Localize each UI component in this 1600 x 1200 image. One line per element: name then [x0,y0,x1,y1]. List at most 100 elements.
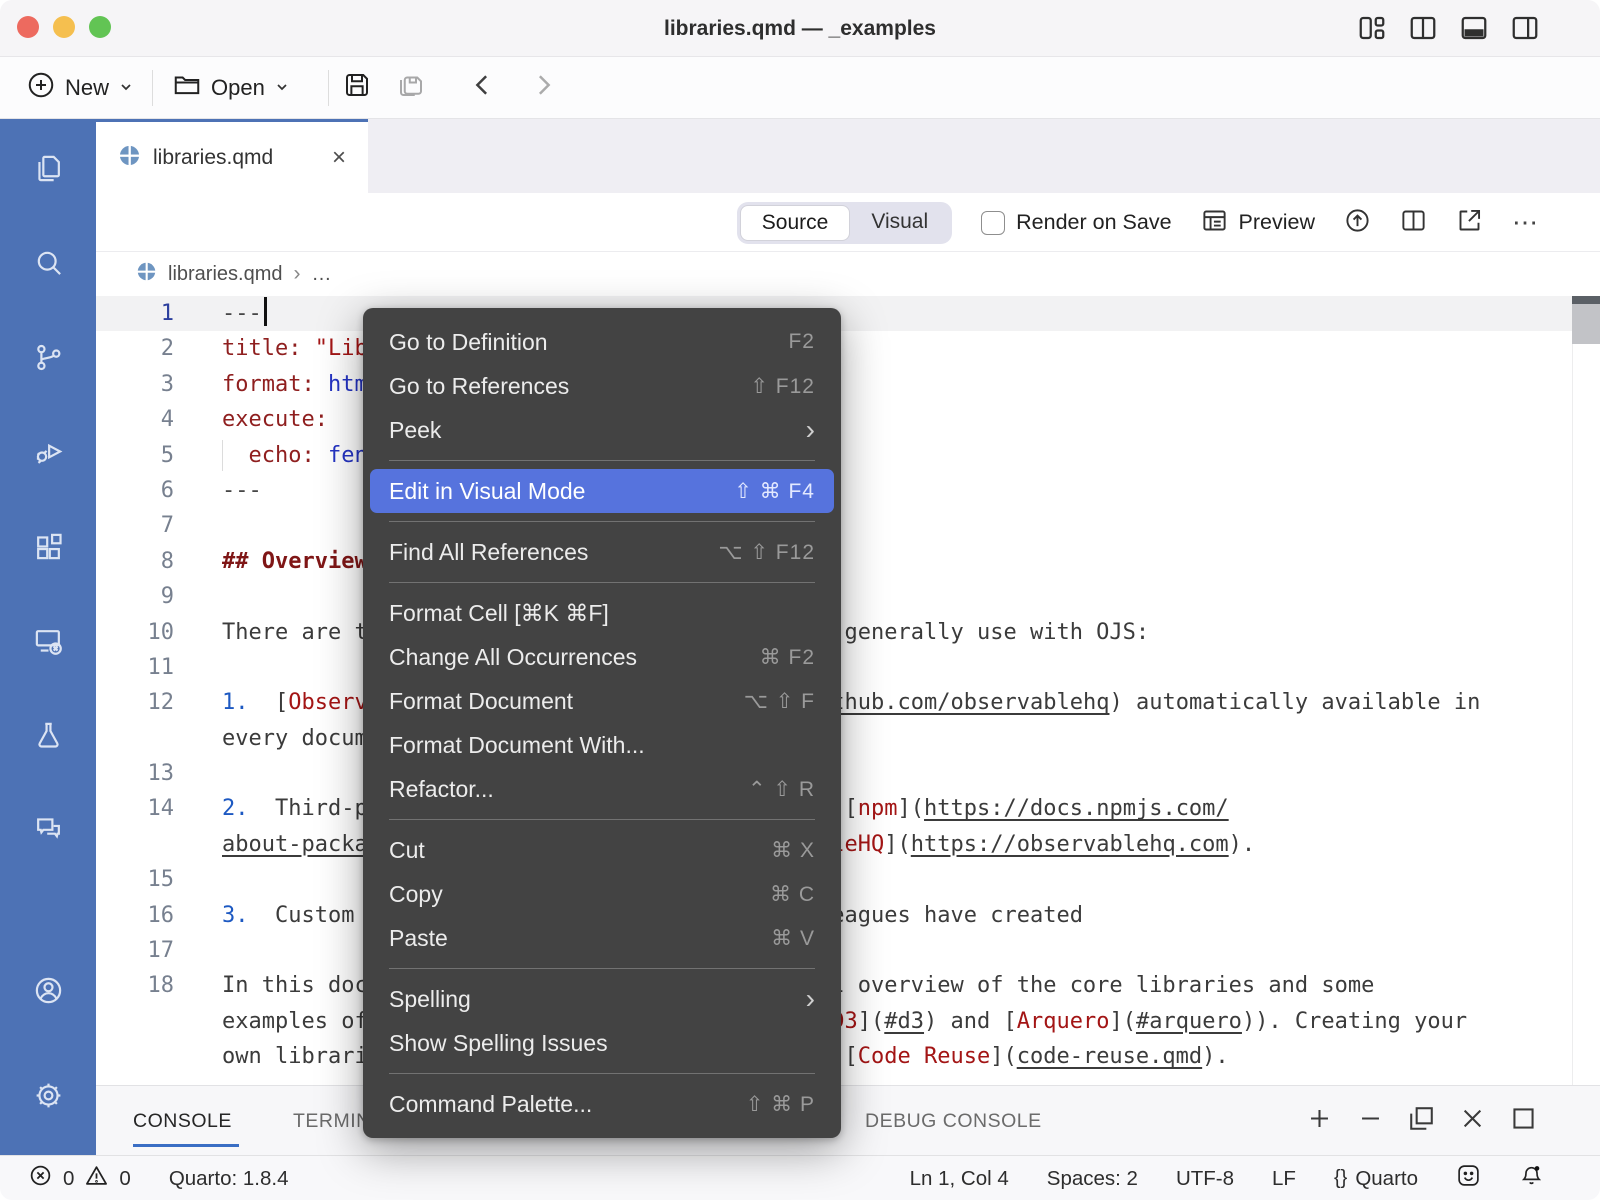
cursor-position[interactable]: Ln 1, Col 4 [910,1167,1009,1191]
breadcrumb[interactable]: libraries.qmd › … [96,252,1600,296]
toggle-secondary-sidebar-icon[interactable] [1510,13,1540,48]
panel-plus-icon[interactable] [1305,1104,1334,1138]
breadcrumb-file[interactable]: libraries.qmd [168,263,282,286]
code-line[interactable]: 3format: html [96,367,1600,402]
explorer-icon[interactable] [33,153,64,189]
menu-item-find-all-references[interactable]: Find All References⌥ ⇧ F12 [363,530,841,574]
menu-item-go-to-definition[interactable]: Go to DefinitionF2 [363,320,841,364]
code-line[interactable]: 15 [96,862,1600,897]
code-line[interactable]: 142. Third-party JavaScript libraries co… [96,791,1600,826]
code-line[interactable]: 2title: "Libraries" [96,331,1600,366]
code-line[interactable]: 18In this document we'll provide you a h… [96,968,1600,1003]
warnings-icon[interactable] [84,1163,109,1194]
search-sidebar-icon[interactable] [33,247,64,283]
chat-icon[interactable] [33,813,64,849]
code-line[interactable]: about-packages-and-modules) and also [Ob… [96,827,1600,862]
code-line[interactable]: 17 [96,933,1600,968]
code-line[interactable]: 10There are three types of libraries tha… [96,615,1600,650]
code-line[interactable]: 11 [96,650,1600,685]
code-line[interactable]: 4execute: [96,402,1600,437]
navigate-forward-button[interactable] [528,57,558,119]
tab-label: libraries.qmd [153,146,273,170]
panel-close-icon[interactable] [1458,1104,1487,1138]
menu-item-label: Cut [389,837,425,864]
preview-button[interactable]: Preview [1201,207,1315,239]
panel-tab-debug-console[interactable]: DEBUG CONSOLE [865,1086,1042,1156]
code-line[interactable]: 9 [96,579,1600,614]
breadcrumb-more[interactable]: … [311,263,331,286]
code-line[interactable]: 6--- [96,473,1600,508]
customize-layout-icon[interactable] [1357,13,1387,48]
code-token: [ [249,690,289,715]
console-sessions-icon[interactable] [33,626,64,662]
menu-item-go-to-references[interactable]: Go to References⇧ F12 [363,364,841,408]
menu-item-peek[interactable]: Peek› [363,408,841,452]
split-editor-icon[interactable] [1400,207,1427,239]
testing-icon[interactable] [33,720,64,756]
panel-tab-console[interactable]: CONSOLE [133,1086,232,1156]
quarto-version[interactable]: Quarto: 1.8.4 [169,1167,289,1191]
close-tab-icon[interactable]: × [332,146,346,170]
errors-icon[interactable] [28,1163,53,1194]
code-token: #d3 [884,1009,924,1034]
account-icon[interactable] [33,975,64,1011]
panel-maximize-icon[interactable] [1509,1104,1538,1138]
error-count[interactable]: 0 [63,1167,74,1191]
extensions-icon[interactable] [33,531,64,567]
navigate-back-button[interactable] [468,57,498,119]
menu-item-format-document-with[interactable]: Format Document With... [363,723,841,767]
source-control-icon[interactable] [33,342,64,378]
code-line[interactable]: 5 echo: fenced [96,438,1600,473]
publish-icon[interactable] [1344,207,1371,239]
editor-action-bar: Source Visual Render on Save Preview ⋯ [96,193,1600,252]
menu-item-spelling[interactable]: Spelling› [363,977,841,1021]
code-line[interactable]: 8## Overview [96,544,1600,579]
code-editor[interactable]: 1---2title: "Libraries"3format: html4exe… [96,296,1600,1085]
menu-item-change-all-occurrences[interactable]: Change All Occurrences⌘ F2 [363,635,841,679]
menu-item-cut[interactable]: Cut⌘ X [363,828,841,872]
tab-libraries-qmd[interactable]: libraries.qmd × [96,119,368,193]
menu-item-edit-in-visual-mode[interactable]: Edit in Visual Mode⇧ ⌘ F4 [370,469,834,513]
code-token: execute: [222,407,328,432]
code-line[interactable]: 13 [96,756,1600,791]
scrollbar-thumb[interactable] [1572,304,1600,344]
toggle-panel-icon[interactable] [1459,13,1489,48]
panel-minimize-icon[interactable] [1356,1104,1385,1138]
new-button[interactable]: New [26,57,134,119]
code-line[interactable]: every document. [96,721,1600,756]
menu-item-format-cell-k-f[interactable]: Format Cell [⌘K ⌘F] [363,591,841,635]
warning-count[interactable]: 0 [119,1167,130,1191]
encoding[interactable]: UTF-8 [1176,1167,1234,1191]
menu-item-command-palette[interactable]: Command Palette...⇧ ⌘ P [363,1082,841,1126]
run-debug-icon[interactable] [33,436,64,472]
save-button[interactable] [342,57,372,119]
code-line[interactable]: examples of using two third-party librar… [96,1004,1600,1039]
menu-item-show-spelling-issues[interactable]: Show Spelling Issues [363,1021,841,1065]
code-line[interactable]: 7 [96,508,1600,543]
source-mode-button[interactable]: Source [740,205,851,241]
open-button[interactable]: Open [172,57,290,119]
code-line[interactable]: 1--- [96,296,1600,331]
scrollbar-track[interactable] [1572,296,1600,1085]
open-external-icon[interactable] [1456,207,1483,239]
split-editor-icon[interactable] [1408,13,1438,48]
save-all-button[interactable] [396,57,426,119]
menu-item-copy[interactable]: Copy⌘ C [363,872,841,916]
line-number: 12 [96,685,174,720]
code-line[interactable]: 121. [Observable's standard library](htt… [96,685,1600,720]
menu-item-paste[interactable]: Paste⌘ V [363,916,841,960]
more-actions-icon[interactable]: ⋯ [1512,207,1540,238]
feedback-smiley-icon[interactable] [1456,1163,1481,1194]
code-line[interactable]: own libraries is covered in the articles… [96,1039,1600,1074]
panel-restore-icon[interactable] [1407,1104,1436,1138]
settings-gear-icon[interactable] [33,1080,64,1116]
menu-item-format-document[interactable]: Format Document⌥ ⇧ F [363,679,841,723]
notifications-bell-icon[interactable] [1519,1163,1544,1194]
end-of-line[interactable]: LF [1272,1167,1296,1191]
language-mode[interactable]: {} Quarto [1334,1167,1418,1191]
indentation[interactable]: Spaces: 2 [1047,1167,1138,1191]
visual-mode-button[interactable]: Visual [850,205,949,241]
render-on-save-checkbox[interactable] [981,211,1005,235]
menu-item-refactor[interactable]: Refactor...⌃ ⇧ R [363,767,841,811]
code-line[interactable]: 163. Custom libraries that you and/or yo… [96,898,1600,933]
